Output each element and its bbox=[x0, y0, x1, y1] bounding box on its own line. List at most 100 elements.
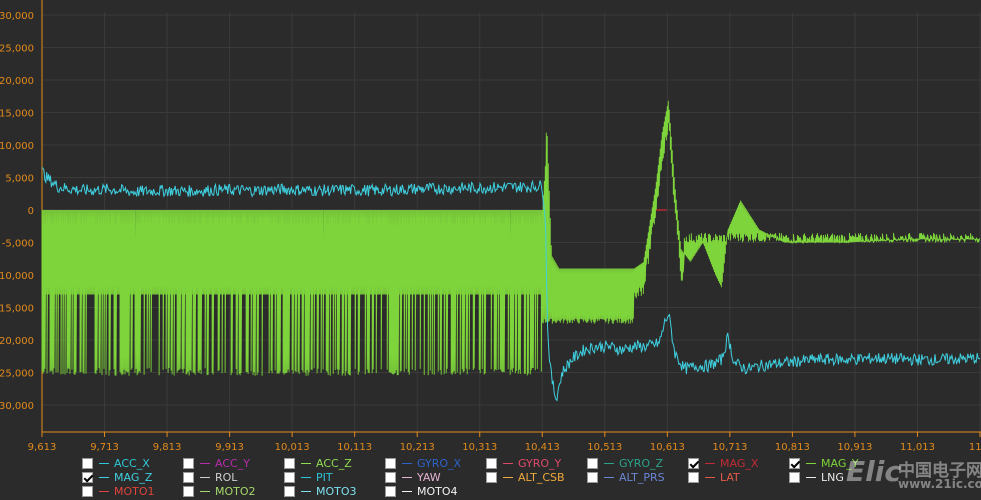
legend-checkbox[interactable] bbox=[789, 471, 800, 483]
legend-checkbox[interactable] bbox=[688, 457, 699, 469]
legend-label: ACC_Y bbox=[215, 456, 250, 470]
x-tick-label: 9,613 bbox=[28, 442, 57, 453]
legend-checkbox[interactable] bbox=[284, 471, 295, 483]
legend-checkbox[interactable] bbox=[486, 457, 497, 469]
watermark-logo: Elic bbox=[846, 455, 901, 488]
legend-checkbox[interactable] bbox=[284, 485, 295, 497]
legend-label: PIT bbox=[316, 470, 333, 484]
legend-item-rol[interactable]: ROL bbox=[183, 470, 237, 484]
x-tick-label: 10,813 bbox=[775, 442, 810, 453]
legend-label: ALT_CSB bbox=[518, 470, 565, 484]
x-tick-label: 9,813 bbox=[153, 442, 182, 453]
legend-label: MAG_X bbox=[720, 456, 759, 470]
y-tick-label: 20,000 bbox=[0, 76, 34, 87]
x-tick-label: 10,313 bbox=[462, 442, 497, 453]
legend-checkbox[interactable] bbox=[587, 471, 598, 483]
legend-checkbox[interactable] bbox=[183, 471, 194, 483]
legend-label: MOTO3 bbox=[316, 484, 357, 498]
y-tick-label: -30,000 bbox=[0, 401, 34, 412]
legend-label: MOTO4 bbox=[417, 484, 458, 498]
legend-checkbox[interactable] bbox=[587, 457, 598, 469]
legend-checkbox[interactable] bbox=[688, 471, 699, 483]
legend-item-acc-y[interactable]: ACC_Y bbox=[183, 456, 250, 470]
y-tick-label: -5,000 bbox=[2, 239, 34, 250]
y-tick-label: 25,000 bbox=[0, 44, 34, 55]
x-tick-label: 10,513 bbox=[587, 442, 622, 453]
legend-label: ACC_Z bbox=[316, 456, 352, 470]
watermark-url: www.21ic.com bbox=[898, 477, 981, 491]
legend-checkbox[interactable] bbox=[82, 485, 93, 497]
legend-checkbox[interactable] bbox=[183, 485, 194, 497]
legend-swatch bbox=[200, 476, 210, 478]
legend-item-gyro-x[interactable]: GYRO_X bbox=[385, 456, 461, 470]
legend-checkbox[interactable] bbox=[385, 485, 396, 497]
legend-checkbox[interactable] bbox=[385, 471, 396, 483]
legend-swatch bbox=[503, 476, 513, 478]
legend-item-mag-x[interactable]: MAG_X bbox=[688, 456, 758, 470]
legend-checkbox[interactable] bbox=[82, 471, 93, 483]
x-tick-label: 10,713 bbox=[712, 442, 747, 453]
legend-swatch bbox=[705, 462, 715, 464]
legend-swatch bbox=[806, 462, 816, 464]
y-tick-label: -20,000 bbox=[0, 336, 34, 347]
y-tick-label: -10,000 bbox=[0, 271, 34, 282]
legend-checkbox[interactable] bbox=[385, 457, 396, 469]
x-tick-label: 10,013 bbox=[275, 442, 310, 453]
x-tick-label: 11,013 bbox=[900, 442, 935, 453]
y-tick-label: 5,000 bbox=[5, 174, 34, 185]
legend-label: GYRO_Y bbox=[518, 456, 562, 470]
y-tick-label: 0 bbox=[28, 206, 34, 217]
legend-swatch bbox=[402, 462, 412, 464]
legend-label: MOTO2 bbox=[215, 484, 256, 498]
legend-swatch bbox=[99, 462, 109, 464]
legend-swatch bbox=[301, 462, 311, 464]
legend-item-pit[interactable]: PIT bbox=[284, 470, 333, 484]
legend-item-lat[interactable]: LAT bbox=[688, 470, 740, 484]
legend-swatch bbox=[99, 490, 109, 492]
legend-item-alt-prs[interactable]: ALT_PRS bbox=[587, 470, 665, 484]
legend-item-gyro-y[interactable]: GYRO_Y bbox=[486, 456, 561, 470]
legend-label: LNG bbox=[821, 470, 844, 484]
legend-item-acc-x[interactable]: ACC_X bbox=[82, 456, 150, 470]
legend-item-yaw[interactable]: YAW bbox=[385, 470, 441, 484]
legend-swatch bbox=[301, 476, 311, 478]
legend-swatch bbox=[99, 476, 109, 478]
legend-item-lng[interactable]: LNG bbox=[789, 470, 844, 484]
legend-label: YAW bbox=[417, 470, 441, 484]
legend-item-moto4[interactable]: MOTO4 bbox=[385, 484, 458, 498]
x-tick-label: 10,213 bbox=[400, 442, 435, 453]
x-tick-label: 9,713 bbox=[90, 442, 119, 453]
legend-swatch bbox=[402, 490, 412, 492]
x-tick-label: 10,113 bbox=[337, 442, 372, 453]
legend-swatch bbox=[503, 462, 513, 464]
legend-item-gyro-z[interactable]: GYRO_Z bbox=[587, 456, 663, 470]
y-tick-label: 10,000 bbox=[0, 141, 34, 152]
legend-swatch bbox=[806, 476, 816, 478]
legend-checkbox[interactable] bbox=[789, 457, 800, 469]
legend-swatch bbox=[604, 476, 614, 478]
legend-swatch bbox=[402, 476, 412, 478]
legend-swatch bbox=[301, 490, 311, 492]
legend-label: MOTO1 bbox=[114, 484, 155, 498]
legend-item-moto3[interactable]: MOTO3 bbox=[284, 484, 357, 498]
x-tick-label: 10,613 bbox=[650, 442, 685, 453]
y-tick-label: 30,000 bbox=[0, 11, 34, 22]
x-tick-label: 10,913 bbox=[837, 442, 872, 453]
legend-checkbox[interactable] bbox=[486, 471, 497, 483]
legend-checkbox[interactable] bbox=[82, 457, 93, 469]
legend-item-moto2[interactable]: MOTO2 bbox=[183, 484, 256, 498]
watermark: Elic 中国电子网 www.21ic.com bbox=[846, 455, 981, 491]
legend-swatch bbox=[200, 462, 210, 464]
legend-item-mag-z[interactable]: MAG_Z bbox=[82, 470, 152, 484]
legend-swatch bbox=[604, 462, 614, 464]
legend-item-acc-z[interactable]: ACC_Z bbox=[284, 456, 352, 470]
x-tick-label: 11,1 bbox=[969, 442, 981, 453]
legend-swatch bbox=[705, 476, 715, 478]
y-tick-label: -15,000 bbox=[0, 304, 34, 315]
legend-checkbox[interactable] bbox=[284, 457, 295, 469]
legend-item-alt-csb[interactable]: ALT_CSB bbox=[486, 470, 565, 484]
legend-checkbox[interactable] bbox=[183, 457, 194, 469]
chart-plot-area: 30,000 25,000 20,000 15,000 10,000 5,000 0 -5,0… bbox=[0, 0, 981, 455]
x-tick-label: 10,413 bbox=[525, 442, 560, 453]
legend-item-moto1[interactable]: MOTO1 bbox=[82, 484, 155, 498]
